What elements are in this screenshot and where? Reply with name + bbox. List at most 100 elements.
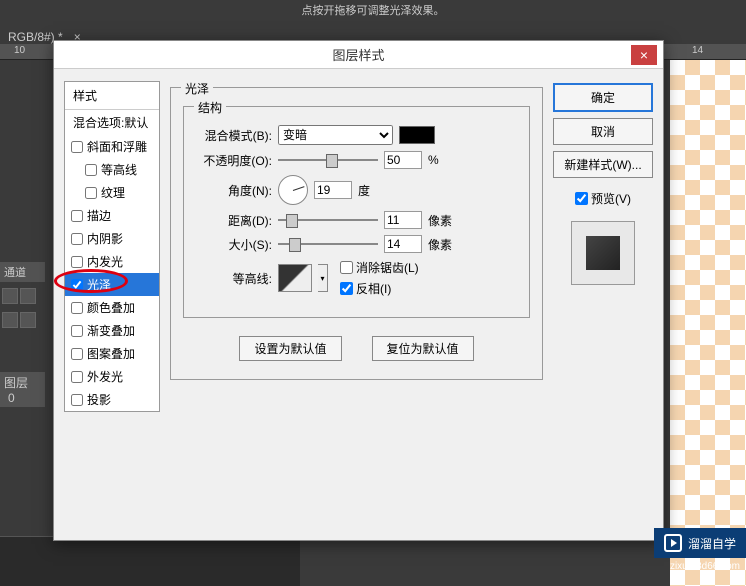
antialias-label: 消除锯齿(L) (356, 259, 419, 276)
distance-label: 距离(D): (196, 212, 272, 229)
tool-icon[interactable] (2, 312, 18, 328)
channel-icon[interactable] (2, 288, 18, 304)
style-item-outer-glow[interactable]: 外发光 (65, 365, 159, 388)
make-default-button[interactable]: 设置为默认值 (239, 336, 341, 361)
settings-column: 光泽 结构 混合模式(B): 变暗 不透明度(O): % (170, 81, 543, 530)
style-checkbox[interactable] (71, 302, 83, 314)
styles-list-header: 样式 (65, 82, 159, 110)
preview-thumbnail (571, 221, 635, 285)
style-item-contour[interactable]: 等高线 (65, 158, 159, 181)
style-checkbox[interactable] (85, 164, 97, 176)
preview-label: 预览(V) (591, 190, 631, 207)
style-label: 外发光 (87, 368, 123, 385)
style-checkbox[interactable] (71, 210, 83, 222)
style-item-texture[interactable]: 纹理 (65, 181, 159, 204)
satin-group-title: 光泽 (181, 80, 213, 97)
angle-label: 角度(N): (196, 182, 272, 199)
action-column: 确定 取消 新建样式(W)... 预览(V) (553, 81, 653, 530)
opacity-slider[interactable] (278, 152, 378, 168)
watermark: 溜溜自学 (654, 528, 746, 558)
channel-icons (0, 284, 45, 308)
distance-row: 距离(D): 像素 (196, 211, 517, 229)
dialog-title-text: 图层样式 (332, 45, 384, 64)
distance-unit: 像素 (428, 212, 452, 229)
invert-checkbox[interactable] (340, 282, 353, 295)
side-panels: 通道 图层 0 (0, 260, 45, 520)
blend-options-item[interactable]: 混合选项:默认 (65, 110, 159, 135)
satin-group: 光泽 结构 混合模式(B): 变暗 不透明度(O): % (170, 87, 543, 380)
blend-mode-select[interactable]: 变暗 (278, 125, 393, 145)
style-item-pattern-overlay[interactable]: 图案叠加 (65, 342, 159, 365)
reset-default-button[interactable]: 复位为默认值 (372, 336, 474, 361)
distance-slider[interactable] (278, 212, 378, 228)
preview-checkbox[interactable] (575, 192, 588, 205)
preview-swatch (586, 236, 620, 270)
size-label: 大小(S): (196, 236, 272, 253)
contour-picker[interactable] (278, 264, 312, 292)
style-checkbox[interactable] (85, 187, 97, 199)
opacity-input[interactable] (384, 151, 422, 169)
ruler-mark: 10 (14, 45, 25, 56)
style-checkbox[interactable] (71, 141, 83, 153)
style-label: 渐变叠加 (87, 322, 135, 339)
style-checkbox[interactable] (71, 348, 83, 360)
layers-label: 图层 (4, 376, 28, 390)
ok-button[interactable]: 确定 (553, 83, 653, 112)
antialias-checkbox-row[interactable]: 消除锯齿(L) (340, 259, 419, 276)
style-checkbox[interactable] (71, 233, 83, 245)
style-item-bevel[interactable]: 斜面和浮雕 (65, 135, 159, 158)
contour-dropdown-icon[interactable]: ▾ (318, 264, 328, 292)
style-label: 光泽 (87, 276, 111, 293)
angle-unit: 度 (358, 182, 370, 199)
antialias-checkbox[interactable] (340, 261, 353, 274)
style-item-inner-glow[interactable]: 内发光 (65, 250, 159, 273)
close-button[interactable]: × (631, 45, 657, 65)
style-checkbox[interactable] (71, 256, 83, 268)
style-item-stroke[interactable]: 描边 (65, 204, 159, 227)
play-icon (664, 534, 682, 552)
angle-row: 角度(N): 度 (196, 175, 517, 205)
size-input[interactable] (384, 235, 422, 253)
style-item-inner-shadow[interactable]: 内阴影 (65, 227, 159, 250)
style-item-satin[interactable]: 光泽 (65, 273, 159, 296)
style-label: 内发光 (87, 253, 123, 270)
opacity-label: 不透明度(O): (196, 152, 272, 169)
style-checkbox[interactable] (71, 371, 83, 383)
style-item-gradient-overlay[interactable]: 渐变叠加 (65, 319, 159, 342)
new-style-button[interactable]: 新建样式(W)... (553, 151, 653, 178)
style-label: 投影 (87, 391, 111, 408)
color-swatch[interactable] (399, 126, 435, 144)
invert-label: 反相(I) (356, 280, 391, 297)
style-checkbox[interactable] (71, 279, 83, 291)
watermark-text: 溜溜自学 (688, 535, 736, 552)
canvas-transparency (670, 60, 746, 586)
angle-dial[interactable] (278, 175, 308, 205)
invert-checkbox-row[interactable]: 反相(I) (340, 280, 419, 297)
style-label: 纹理 (101, 184, 125, 201)
dialog-titlebar[interactable]: 图层样式 × (54, 41, 663, 69)
cancel-button[interactable]: 取消 (553, 118, 653, 145)
preview-checkbox-row[interactable]: 预览(V) (553, 190, 653, 207)
style-checkbox[interactable] (71, 325, 83, 337)
size-slider[interactable] (278, 236, 378, 252)
layer-number: 0 (8, 391, 15, 405)
drag-hint: 点按开拖移可调整光泽效果。 (0, 2, 746, 18)
layer-style-dialog: 图层样式 × 样式 混合选项:默认 斜面和浮雕 等高线 纹理 描边 内阴影 内发… (53, 40, 664, 541)
style-label: 斜面和浮雕 (87, 138, 147, 155)
style-item-color-overlay[interactable]: 颜色叠加 (65, 296, 159, 319)
channels-panel-tab[interactable]: 通道 (0, 262, 45, 282)
channel-icon[interactable] (20, 288, 36, 304)
layers-panel-tab[interactable]: 图层 0 (0, 372, 45, 407)
blend-mode-label: 混合模式(B): (196, 127, 272, 144)
angle-input[interactable] (314, 181, 352, 199)
structure-group-title: 结构 (194, 99, 226, 116)
opacity-row: 不透明度(O): % (196, 151, 517, 169)
style-checkbox[interactable] (71, 394, 83, 406)
opacity-unit: % (428, 153, 439, 167)
tool-icon[interactable] (20, 312, 36, 328)
style-label: 颜色叠加 (87, 299, 135, 316)
structure-group: 结构 混合模式(B): 变暗 不透明度(O): % (183, 106, 530, 318)
blend-mode-row: 混合模式(B): 变暗 (196, 125, 517, 145)
style-item-drop-shadow[interactable]: 投影 (65, 388, 159, 411)
distance-input[interactable] (384, 211, 422, 229)
